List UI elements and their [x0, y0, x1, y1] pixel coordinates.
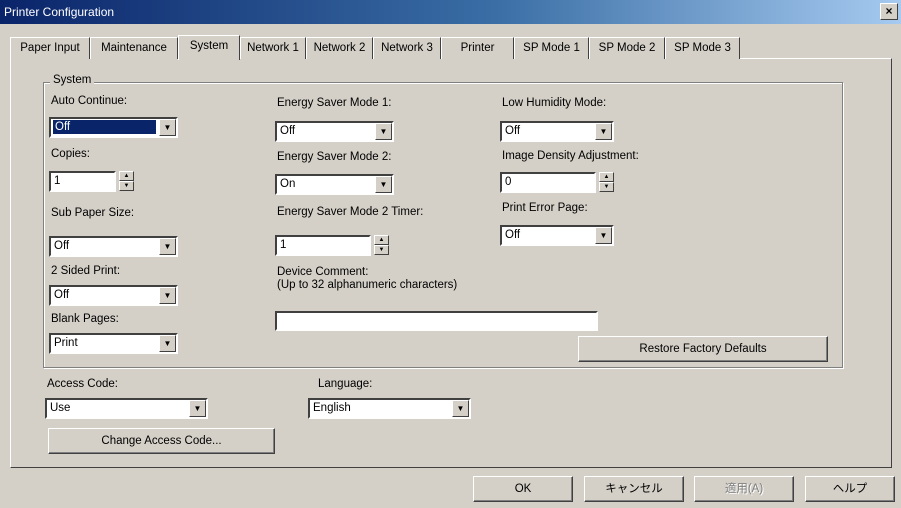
energy-saver-2-timer-spinner[interactable]: ▲ ▼ [374, 235, 389, 256]
tab-network-3[interactable]: Network 3 [373, 37, 441, 59]
tab-sp-mode-1[interactable]: SP Mode 1 [514, 37, 589, 59]
chevron-down-icon[interactable]: ▼ [159, 238, 176, 255]
chevron-down-icon[interactable]: ▼ [595, 123, 612, 140]
device-comment-hint: (Up to 32 alphanumeric characters) [277, 279, 458, 291]
energy-saver-1-label: Energy Saver Mode 1: [277, 97, 392, 109]
copies-input[interactable]: 1 [49, 171, 116, 192]
access-code-label: Access Code: [47, 378, 118, 390]
tab-sp-mode-3[interactable]: SP Mode 3 [665, 37, 740, 59]
device-comment-label: Device Comment: [277, 266, 369, 278]
chevron-down-icon[interactable]: ▼ [159, 119, 176, 136]
change-access-code-button[interactable]: Change Access Code... [48, 428, 275, 454]
chevron-down-icon[interactable]: ▼ [452, 400, 469, 417]
copies-spinner[interactable]: ▲ ▼ [119, 171, 134, 192]
chevron-down-icon[interactable]: ▼ [375, 176, 392, 193]
low-humidity-label: Low Humidity Mode: [502, 97, 607, 109]
blank-pages-select[interactable]: Print ▼ [49, 333, 178, 354]
image-density-input[interactable]: 0 [500, 172, 596, 193]
low-humidity-select[interactable]: Off ▼ [500, 121, 614, 142]
spin-down-icon[interactable]: ▼ [374, 245, 389, 255]
chevron-down-icon[interactable]: ▼ [595, 227, 612, 244]
sub-paper-size-label: Sub Paper Size: [51, 207, 135, 219]
spin-down-icon[interactable]: ▼ [119, 181, 134, 191]
device-comment-field[interactable] [275, 311, 598, 331]
tab-network-1[interactable]: Network 1 [240, 37, 306, 59]
spin-up-icon[interactable]: ▲ [119, 171, 134, 181]
auto-continue-value: Off [53, 120, 156, 134]
print-error-page-select[interactable]: Off ▼ [500, 225, 614, 246]
help-button[interactable]: ヘルプ [805, 476, 895, 502]
energy-saver-2-select[interactable]: On ▼ [275, 174, 394, 195]
chevron-down-icon[interactable]: ▼ [159, 335, 176, 352]
low-humidity-value: Off [505, 125, 521, 137]
copies-label: Copies: [51, 148, 90, 160]
tab-sp-mode-2[interactable]: SP Mode 2 [589, 37, 665, 59]
chevron-down-icon[interactable]: ▼ [189, 400, 206, 417]
blank-pages-value: Print [54, 337, 78, 349]
two-sided-print-value: Off [54, 289, 70, 301]
ok-button[interactable]: OK [473, 476, 573, 502]
chevron-down-icon[interactable]: ▼ [159, 287, 176, 304]
access-code-select[interactable]: Use ▼ [45, 398, 208, 419]
energy-saver-2-label: Energy Saver Mode 2: [277, 151, 392, 163]
energy-saver-2-timer-label: Energy Saver Mode 2 Timer: [277, 206, 424, 218]
print-error-page-label: Print Error Page: [502, 202, 588, 214]
restore-factory-defaults-button[interactable]: Restore Factory Defaults [578, 336, 828, 362]
printer-configuration-window: Printer Configuration × Paper Input Main… [0, 0, 901, 508]
print-error-page-value: Off [505, 229, 521, 241]
auto-continue-select[interactable]: Off ▼ [49, 117, 178, 138]
image-density-spinner[interactable]: ▲ ▼ [599, 172, 614, 193]
cancel-button[interactable]: キャンセル [584, 476, 684, 502]
tab-network-2[interactable]: Network 2 [306, 37, 373, 59]
tab-maintenance[interactable]: Maintenance [90, 37, 178, 59]
spin-down-icon[interactable]: ▼ [599, 182, 614, 192]
auto-continue-label: Auto Continue: [51, 95, 128, 107]
tab-paper-input[interactable]: Paper Input [10, 37, 90, 59]
energy-saver-2-value: On [280, 178, 296, 190]
tab-system[interactable]: System [178, 35, 240, 60]
tab-printer[interactable]: Printer [441, 37, 514, 59]
spin-up-icon[interactable]: ▲ [374, 235, 389, 245]
close-icon[interactable]: × [880, 3, 898, 20]
two-sided-print-label: 2 Sided Print: [51, 265, 121, 277]
language-select[interactable]: English ▼ [308, 398, 471, 419]
access-code-value: Use [50, 402, 71, 414]
title-bar: Printer Configuration × [0, 0, 901, 24]
energy-saver-1-select[interactable]: Off ▼ [275, 121, 394, 142]
sub-paper-size-select[interactable]: Off ▼ [49, 236, 178, 257]
language-label: Language: [318, 378, 373, 390]
energy-saver-2-timer-input[interactable]: 1 [275, 235, 371, 256]
two-sided-print-select[interactable]: Off ▼ [49, 285, 178, 306]
image-density-label: Image Density Adjustment: [502, 150, 639, 162]
apply-button[interactable]: 適用(A) [694, 476, 794, 502]
language-value: English [313, 402, 351, 414]
sub-paper-size-value: Off [54, 240, 70, 252]
system-group-title: System [50, 74, 95, 86]
chevron-down-icon[interactable]: ▼ [375, 123, 392, 140]
energy-saver-1-value: Off [280, 125, 296, 137]
blank-pages-label: Blank Pages: [51, 313, 119, 325]
spin-up-icon[interactable]: ▲ [599, 172, 614, 182]
window-title: Printer Configuration [4, 5, 115, 19]
